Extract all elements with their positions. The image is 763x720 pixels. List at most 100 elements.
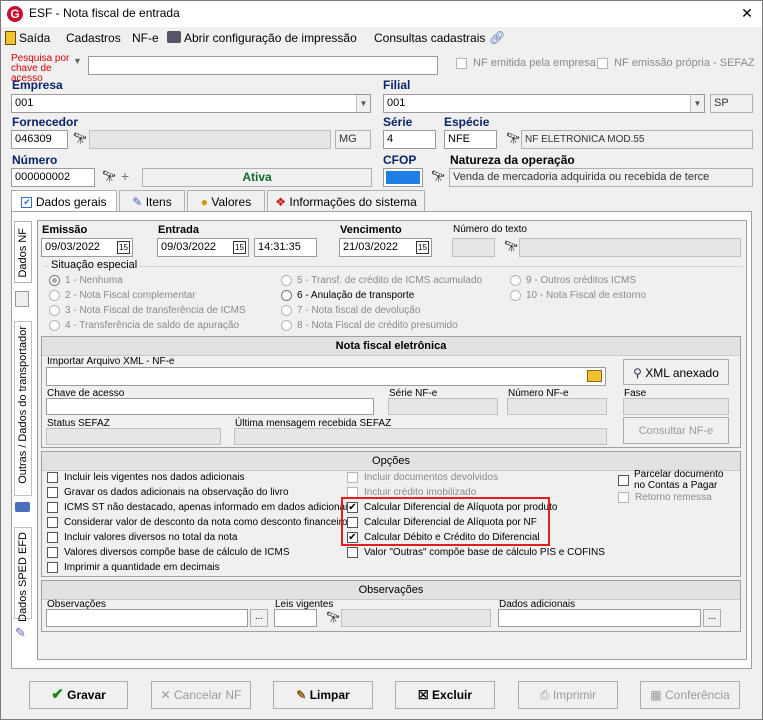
- menu-consultas-cadastrais[interactable]: Consultas cadastrais: [374, 27, 485, 49]
- leis-input[interactable]: [274, 609, 317, 627]
- opt-leis-vigentes[interactable]: Incluir leis vigentes nos dados adiciona…: [47, 471, 352, 486]
- tab-info-sistema[interactable]: ❖ Informações do sistema: [267, 190, 425, 212]
- binoculars-icon[interactable]: 🔭︎: [506, 132, 520, 145]
- tab-itens[interactable]: ✎ Itens: [119, 190, 185, 212]
- radio-situacao-3[interactable]: 3 - Nota Fiscal de transferência de ICMS: [49, 304, 246, 319]
- opt-gravar-obs-livro[interactable]: Gravar os dados adicionais na observação…: [47, 486, 352, 501]
- checkbox[interactable]: [47, 531, 58, 543]
- radio[interactable]: [49, 274, 60, 286]
- menu-cadastros[interactable]: Cadastros: [66, 27, 121, 49]
- checkbox[interactable]: [47, 516, 58, 528]
- tab-valores[interactable]: ● Valores: [187, 190, 265, 212]
- xml-anexado-button[interactable]: ⚲ XML anexado: [623, 359, 729, 385]
- menu-nfe[interactable]: NF-e: [132, 27, 159, 49]
- vencimento-date[interactable]: 21/03/2022 15: [339, 238, 432, 257]
- numero-input[interactable]: 000000002: [11, 168, 95, 187]
- opt-outras-pis-cofins[interactable]: Valor "Outras" compõe base de cálculo PI…: [347, 546, 605, 561]
- obs-input[interactable]: [46, 609, 248, 627]
- menu-saida[interactable]: Saída: [19, 27, 50, 49]
- radio[interactable]: [281, 319, 292, 331]
- empresa-select[interactable]: 001 ▼: [11, 94, 371, 113]
- excluir-button[interactable]: ☒ Excluir: [395, 681, 495, 709]
- radio[interactable]: [49, 319, 60, 331]
- binoculars-icon[interactable]: 🔭︎: [431, 170, 445, 183]
- chave-input[interactable]: [46, 398, 374, 415]
- chk-nf-emitida-empresa[interactable]: NF emitida pela empresa: [456, 57, 596, 72]
- checkbox[interactable]: [47, 546, 58, 558]
- obs-ellipsis-button[interactable]: ...: [250, 609, 268, 627]
- radio-situacao-7[interactable]: 7 - Nota fiscal de devolução: [281, 304, 482, 319]
- vtab-dados-nf[interactable]: Dados NF: [14, 221, 32, 283]
- radio-situacao-8[interactable]: 8 - Nota Fiscal de crédito presumido: [281, 319, 482, 334]
- radio[interactable]: [510, 289, 521, 301]
- checkbox[interactable]: [597, 57, 608, 69]
- radio[interactable]: [510, 274, 521, 286]
- tab-dados-gerais[interactable]: ✔ Dados gerais: [11, 190, 117, 212]
- checkbox[interactable]: [347, 546, 358, 558]
- cfop-field[interactable]: [383, 168, 423, 187]
- opt-retorno-remessa[interactable]: Retorno remessa: [618, 491, 712, 506]
- importar-xml-input[interactable]: [46, 367, 606, 386]
- vtab-sped[interactable]: Dados SPED EFD: [14, 527, 32, 622]
- dados-adicionais-input[interactable]: [498, 609, 701, 627]
- radio-situacao-1[interactable]: 1 - Nenhuma: [49, 274, 246, 289]
- imprimir-button[interactable]: ⎙ Imprimir: [518, 681, 618, 709]
- opt-valores-diversos-icms[interactable]: Valores diversos compõe base de cálculo …: [47, 546, 352, 561]
- chevron-down-icon[interactable]: ▼: [356, 95, 370, 112]
- calendar-icon[interactable]: 15: [117, 241, 130, 254]
- binoculars-icon[interactable]: 🔭︎: [504, 240, 518, 253]
- binoculars-icon[interactable]: 🔭︎: [73, 132, 87, 145]
- vtab-outras[interactable]: Outras / Dados do transportador: [14, 321, 32, 496]
- radio-situacao-2[interactable]: 2 - Nota Fiscal complementar: [49, 289, 246, 304]
- radio[interactable]: [49, 304, 60, 316]
- radio-situacao-6[interactable]: 6 - Anulação de transporte: [281, 289, 482, 304]
- add-icon[interactable]: +: [121, 168, 129, 184]
- especie-input[interactable]: NFE: [444, 130, 497, 149]
- entrada-time[interactable]: 14:31:35: [254, 238, 317, 257]
- binoculars-icon[interactable]: 🔭︎: [102, 170, 116, 183]
- entrada-date[interactable]: 09/03/2022 15: [157, 238, 249, 257]
- radio[interactable]: [281, 304, 292, 316]
- checkbox[interactable]: [347, 471, 358, 483]
- checkbox[interactable]: [618, 491, 629, 503]
- menu-abrir-config-impressao[interactable]: Abrir configuração de impressão: [184, 27, 357, 49]
- consultar-nfe-button[interactable]: Consultar NF-e: [623, 417, 729, 444]
- serie-input[interactable]: 4: [383, 130, 436, 149]
- filial-select[interactable]: 001 ▼: [383, 94, 705, 113]
- opt-label: Incluir leis vigentes nos dados adiciona…: [64, 472, 245, 483]
- radio-situacao-4[interactable]: 4 - Transferência de saldo de apuração: [49, 319, 246, 334]
- calendar-icon[interactable]: 15: [416, 241, 429, 254]
- limpar-button[interactable]: ✎ Limpar: [273, 681, 373, 709]
- radio[interactable]: [49, 289, 60, 301]
- opt-valores-diversos-total[interactable]: Incluir valores diversos no total da not…: [47, 531, 352, 546]
- close-icon[interactable]: ✕: [737, 5, 757, 23]
- opt-icms-st[interactable]: ICMS ST não destacado, apenas informado …: [47, 501, 352, 516]
- folder-open-icon[interactable]: [587, 370, 602, 382]
- search-input[interactable]: [88, 56, 438, 75]
- checkbox[interactable]: [47, 501, 58, 513]
- checkbox[interactable]: [618, 475, 629, 486]
- gravar-button[interactable]: ✔ Gravar: [29, 681, 128, 709]
- cancelar-nf-button[interactable]: ✕ Cancelar NF: [151, 681, 251, 709]
- radio[interactable]: [281, 274, 292, 286]
- dados-ellipsis-button[interactable]: ...: [703, 609, 721, 627]
- radio[interactable]: [281, 289, 292, 301]
- opt-docs-devolvidos[interactable]: Incluir documentos devolvidos: [347, 471, 605, 486]
- emissao-date[interactable]: 09/03/2022 15: [41, 238, 133, 257]
- checkbox[interactable]: [47, 561, 58, 573]
- chk-nf-emissao-propria[interactable]: NF emissão própria - SEFAZ: [597, 57, 755, 72]
- conferencia-button[interactable]: ▦ Conferência: [640, 681, 740, 709]
- checkbox[interactable]: [456, 57, 467, 69]
- calendar-icon[interactable]: 15: [233, 241, 246, 254]
- radio-situacao-10[interactable]: 10 - Nota Fiscal de estorno: [510, 289, 646, 304]
- checkbox[interactable]: [47, 471, 58, 483]
- chevron-down-icon[interactable]: ▼: [690, 95, 704, 112]
- opt-desconto-financeiro[interactable]: Considerar valor de desconto da nota com…: [47, 516, 352, 531]
- checkbox[interactable]: [47, 486, 58, 498]
- radio-situacao-5[interactable]: 5 - Transf. de crédito de ICMS acumulado: [281, 274, 482, 289]
- fornecedor-code[interactable]: 046309: [11, 130, 68, 149]
- binoculars-icon[interactable]: 🔭︎: [326, 611, 340, 624]
- opt-parcelar[interactable]: Parcelar documento no Contas a Pagar: [618, 469, 724, 491]
- radio-situacao-9[interactable]: 9 - Outros créditos ICMS: [510, 274, 646, 289]
- opt-imprimir-decimais[interactable]: Imprimir a quantidade em decimais: [47, 561, 352, 576]
